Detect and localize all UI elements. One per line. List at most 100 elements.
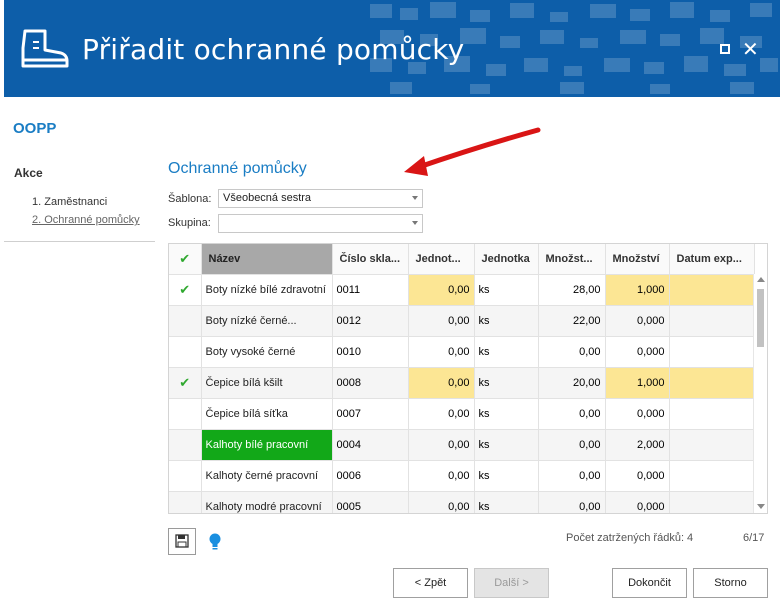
- cell-jednot[interactable]: 0,00: [408, 336, 475, 368]
- cell-nazev[interactable]: Boty vysoké černé: [201, 336, 333, 368]
- cell-jednot[interactable]: 0,00: [408, 367, 475, 399]
- step-ochranne-pomucky[interactable]: 2. Ochranné pomůcky: [32, 214, 140, 226]
- cell-jednot[interactable]: 0,00: [408, 398, 475, 430]
- cell-jednotka[interactable]: ks: [474, 336, 539, 368]
- row-checkbox[interactable]: [169, 460, 202, 492]
- cell-jednotka[interactable]: ks: [474, 398, 539, 430]
- save-button[interactable]: [168, 528, 196, 555]
- cell-datum[interactable]: [669, 274, 755, 306]
- cell-cislo[interactable]: 0004: [332, 429, 409, 461]
- cell-mnozst[interactable]: 28,00: [538, 274, 606, 306]
- column-header-mnozstvi[interactable]: Množství: [605, 244, 670, 275]
- column-header-jednot[interactable]: Jednot...: [408, 244, 475, 275]
- cell-jednotka[interactable]: ks: [474, 491, 539, 513]
- table-row[interactable]: Boty nízké černé... 0012 0,00 ks 22,00 0,000: [169, 305, 755, 337]
- vertical-scrollbar[interactable]: [753, 274, 767, 513]
- cell-datum[interactable]: [669, 367, 755, 399]
- cell-datum[interactable]: [669, 336, 755, 368]
- cell-cislo[interactable]: 0011: [332, 274, 409, 306]
- cell-mnozstvi[interactable]: 1,000: [605, 274, 670, 306]
- cell-mnozstvi[interactable]: 2,000: [605, 429, 670, 461]
- row-checkbox[interactable]: ✔: [169, 367, 202, 399]
- cell-datum[interactable]: [669, 491, 755, 513]
- maximize-icon[interactable]: [720, 44, 730, 54]
- row-checkbox[interactable]: [169, 491, 202, 513]
- row-checkbox[interactable]: [169, 398, 202, 430]
- finish-button[interactable]: Dokončit: [612, 568, 687, 598]
- record-position: 6/17: [743, 532, 765, 544]
- column-header-jednotka[interactable]: Jednotka: [474, 244, 539, 275]
- cell-mnozstvi[interactable]: 0,000: [605, 398, 670, 430]
- cell-datum[interactable]: [669, 429, 755, 461]
- lightbulb-icon[interactable]: [208, 532, 222, 552]
- cell-mnozstvi[interactable]: 0,000: [605, 491, 670, 513]
- table-row[interactable]: ✔ Boty nízké bílé zdravotní 0011 0,00 ks 28,0…: [169, 274, 755, 306]
- cell-mnozst[interactable]: 0,00: [538, 336, 606, 368]
- cell-mnozstvi[interactable]: 0,000: [605, 336, 670, 368]
- cancel-button[interactable]: Storno: [693, 568, 768, 598]
- cell-mnozst[interactable]: 0,00: [538, 398, 606, 430]
- cell-jednotka[interactable]: ks: [474, 367, 539, 399]
- sablona-select[interactable]: Všeobecná sestra: [218, 189, 423, 208]
- table-row[interactable]: Kalhoty bílé pracovní 0004 0,00 ks 0,00 2,000: [169, 429, 755, 461]
- column-header-cislo[interactable]: Číslo skla...: [332, 244, 409, 275]
- step-zamestnanci[interactable]: 1. Zaměstnanci: [32, 196, 107, 208]
- row-checkbox[interactable]: [169, 429, 202, 461]
- cell-jednotka[interactable]: ks: [474, 274, 539, 306]
- cell-jednot[interactable]: 0,00: [408, 429, 475, 461]
- cell-cislo[interactable]: 0012: [332, 305, 409, 337]
- chevron-down-icon[interactable]: [412, 196, 418, 200]
- table-row[interactable]: Boty vysoké černé 0010 0,00 ks 0,00 0,000: [169, 336, 755, 368]
- column-header-datum[interactable]: Datum exp...: [669, 244, 755, 275]
- row-checkbox[interactable]: [169, 336, 202, 368]
- cell-nazev[interactable]: Boty nízké bílé zdravotní: [201, 274, 333, 306]
- sablona-value: Všeobecná sestra: [223, 192, 312, 204]
- cell-mnozst[interactable]: 0,00: [538, 491, 606, 513]
- cell-mnozst[interactable]: 20,00: [538, 367, 606, 399]
- cell-cislo[interactable]: 0005: [332, 491, 409, 513]
- cell-datum[interactable]: [669, 460, 755, 492]
- scroll-down-icon[interactable]: [757, 504, 765, 509]
- cell-nazev[interactable]: Kalhoty modré pracovní: [201, 491, 333, 513]
- cell-jednotka[interactable]: ks: [474, 460, 539, 492]
- next-button[interactable]: Další >: [474, 568, 549, 598]
- cell-jednot[interactable]: 0,00: [408, 491, 475, 513]
- cell-mnozstvi[interactable]: 0,000: [605, 460, 670, 492]
- cell-mnozst[interactable]: 0,00: [538, 460, 606, 492]
- cell-cislo[interactable]: 0008: [332, 367, 409, 399]
- cell-jednot[interactable]: 0,00: [408, 305, 475, 337]
- cell-jednotka[interactable]: ks: [474, 305, 539, 337]
- row-checkbox[interactable]: ✔: [169, 274, 202, 306]
- cell-nazev[interactable]: Čepice bílá síťka: [201, 398, 333, 430]
- table-row[interactable]: ✔ Čepice bílá kšilt 0008 0,00 ks 20,00 1,000: [169, 367, 755, 399]
- cell-jednot[interactable]: 0,00: [408, 274, 475, 306]
- chevron-down-icon[interactable]: [412, 221, 418, 225]
- table-row[interactable]: Kalhoty modré pracovní 0005 0,00 ks 0,00 0,00…: [169, 491, 755, 513]
- cell-mnozst[interactable]: 0,00: [538, 429, 606, 461]
- scroll-up-icon[interactable]: [757, 277, 765, 282]
- cell-jednotka[interactable]: ks: [474, 429, 539, 461]
- cell-jednot[interactable]: 0,00: [408, 460, 475, 492]
- cell-datum[interactable]: [669, 305, 755, 337]
- scroll-thumb[interactable]: [757, 289, 764, 347]
- cell-cislo[interactable]: 0007: [332, 398, 409, 430]
- back-button[interactable]: < Zpět: [393, 568, 468, 598]
- cell-mnozstvi[interactable]: 1,000: [605, 367, 670, 399]
- cell-nazev[interactable]: Boty nízké černé...: [201, 305, 333, 337]
- cell-datum[interactable]: [669, 398, 755, 430]
- column-header-nazev[interactable]: Název: [201, 244, 333, 275]
- cell-mnozst[interactable]: 22,00: [538, 305, 606, 337]
- cell-cislo[interactable]: 0006: [332, 460, 409, 492]
- cell-nazev[interactable]: Kalhoty černé pracovní: [201, 460, 333, 492]
- column-header-mnozst[interactable]: Množst...: [538, 244, 606, 275]
- cell-cislo[interactable]: 0010: [332, 336, 409, 368]
- cell-mnozstvi[interactable]: 0,000: [605, 305, 670, 337]
- table-row[interactable]: Čepice bílá síťka 0007 0,00 ks 0,00 0,000: [169, 398, 755, 430]
- row-checkbox[interactable]: [169, 305, 202, 337]
- select-all-checkbox[interactable]: ✔: [169, 244, 202, 275]
- cell-nazev[interactable]: Čepice bílá kšilt: [201, 367, 333, 399]
- cell-nazev[interactable]: Kalhoty bílé pracovní: [201, 429, 333, 461]
- close-icon[interactable]: ✕: [742, 37, 759, 62]
- table-row[interactable]: Kalhoty černé pracovní 0006 0,00 ks 0,00 0,00…: [169, 460, 755, 492]
- skupina-select[interactable]: [218, 214, 423, 233]
